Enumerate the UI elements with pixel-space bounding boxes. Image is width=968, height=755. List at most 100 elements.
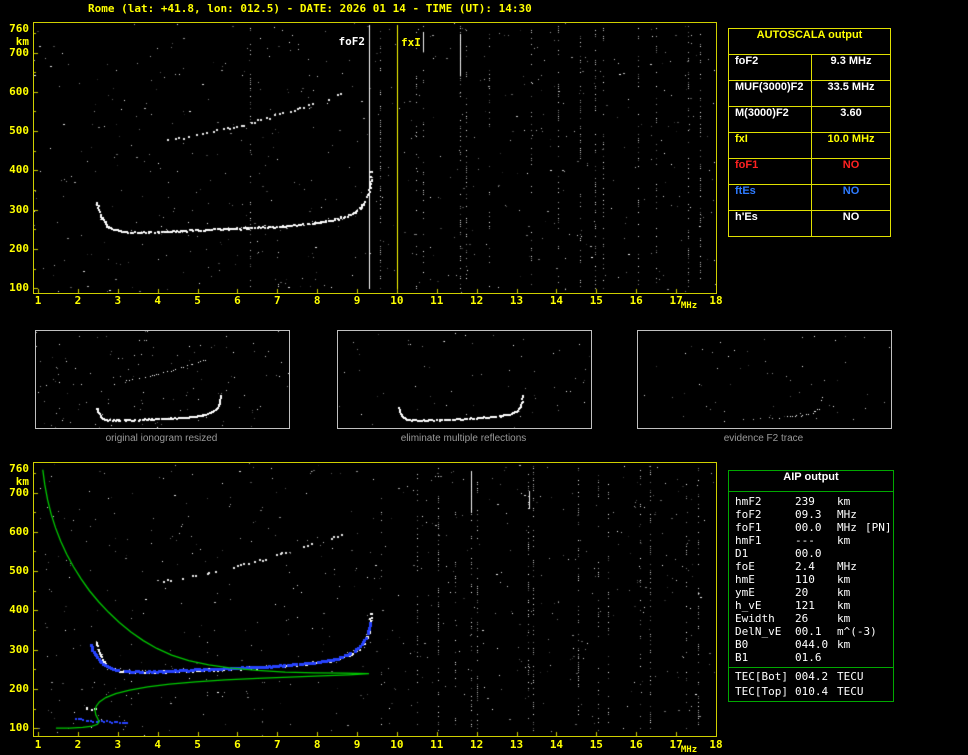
autoscala-row: ftEs NO — [729, 185, 890, 211]
aip-row: B1 01.6 — [729, 651, 893, 664]
x-tick-label: 14 — [549, 738, 564, 751]
aip-row-unit: TECU — [837, 670, 864, 683]
aip-row-value: 00.1 — [795, 625, 822, 638]
thumbnail-caption-evidence: evidence F2 trace — [723, 433, 804, 444]
aip-row: ymE 20 km — [729, 586, 893, 599]
aip-row-name: h_vE — [735, 599, 762, 612]
x-tick-label: 7 — [273, 294, 281, 307]
aip-row: TEC[Top] 010.4 TECU — [729, 685, 893, 698]
y-tick-label: 300 — [9, 642, 29, 656]
foF2-marker-label: foF2 — [338, 35, 366, 48]
autoscala-output-table: AUTOSCALA output foF2 9.3 MHz MUF(3000)F2 3… — [728, 28, 891, 237]
autoscala-window: Rome (lat: +41.8, lon: 012.5) - DATE: 20… — [0, 0, 968, 755]
y-tick-label: 300 — [9, 202, 29, 216]
x-tick-label: 4 — [154, 738, 161, 751]
x-tick-label: 10 — [390, 294, 404, 307]
x-tick-label: 16 — [629, 738, 643, 751]
aip-row-extra — [865, 560, 893, 573]
autoscala-row-value: NO — [842, 159, 860, 171]
x-tick-label: 18 — [709, 738, 723, 751]
aip-row: foF1 00.0 MHz [PN] — [729, 521, 893, 534]
aip-row-value: 121 — [795, 599, 815, 612]
aip-row-value: 110 — [795, 573, 815, 586]
ionogram-plot-top: foF2 fxI — [33, 22, 717, 294]
autoscala-row: h'Es NO — [729, 211, 890, 236]
aip-row-name: TEC[Bot] — [735, 670, 788, 683]
aip-row-unit: km — [837, 534, 851, 547]
aip-row-extra: [PN] — [865, 521, 892, 534]
aip-row-extra — [865, 670, 893, 685]
autoscala-row-label: ftEs — [729, 185, 812, 210]
aip-row: hmF1 --- km — [729, 534, 893, 547]
aip-row: hmF2 239 km — [729, 495, 893, 508]
aip-row-extra — [865, 612, 893, 625]
x-tick-label: 10 — [390, 738, 404, 751]
x-tick-label: 18 — [709, 294, 723, 307]
thumbnail-caption-reflections: eliminate multiple reflections — [400, 433, 527, 444]
aip-row: DelN_vE 00.1 m^(-3) — [729, 625, 893, 638]
aip-row: D1 00.0 — [729, 547, 893, 560]
aip-row: foF2 09.3 MHz — [729, 508, 893, 521]
y-tick-label: 100 — [9, 721, 29, 735]
x-tick-label: 7 — [273, 738, 281, 751]
autoscala-row-label: M(3000)F2 — [729, 107, 812, 132]
x-axis-unit-label: MHz — [680, 301, 698, 311]
autoscala-row-label: h'Es — [729, 211, 812, 236]
x-tick-label: 3 — [114, 294, 122, 307]
x-tick-label: 4 — [154, 294, 161, 307]
header-title: Rome (lat: +41.8, lon: 012.5) - DATE: 20… — [88, 2, 532, 15]
autoscala-row-label: fxI — [729, 133, 812, 158]
autoscala-row-label: MUF(3000)F2 — [729, 81, 812, 106]
y-tick-label: 400 — [9, 603, 29, 617]
aip-row-value: --- — [795, 534, 815, 547]
x-tick-label: 8 — [313, 294, 321, 307]
autoscala-row-value: 33.5 MHz — [827, 81, 875, 93]
x-tick-label: 16 — [629, 294, 643, 307]
x-tick-label: 2 — [74, 294, 82, 307]
aip-row: foE 2.4 MHz — [729, 560, 893, 573]
autoscala-row: M(3000)F2 3.60 — [729, 107, 890, 133]
autoscala-table-rows: foF2 9.3 MHz MUF(3000)F2 33.5 MHz M(3000)F2 3… — [729, 55, 890, 236]
x-tick-label: 5 — [194, 294, 201, 307]
aip-row-name: DelN_vE — [735, 625, 782, 638]
aip-row-unit: km — [837, 495, 851, 508]
x-tick-label: 15 — [589, 294, 603, 307]
y-axis-unit-label: km — [15, 475, 29, 488]
aip-output-table: AIP output hmF2 239 km foF2 09.3 MHz foF1 00.0 M… — [728, 470, 894, 702]
aip-row-unit — [837, 651, 865, 664]
x-tick-label: 5 — [194, 738, 201, 751]
aip-row-unit: km — [837, 573, 851, 586]
x-tick-label: 3 — [114, 738, 122, 751]
aip-row-extra — [865, 495, 893, 508]
aip-row-value: 00.0 — [795, 547, 822, 560]
y-tick-label: 760 — [9, 22, 29, 35]
aip-row: B0 044.0 km — [729, 638, 893, 651]
x-tick-label: 8 — [313, 738, 321, 751]
aip-row-value: 239 — [795, 495, 815, 508]
thumbnail-eliminate-reflections — [337, 330, 592, 429]
aip-row: Ewidth 26 km — [729, 612, 893, 625]
aip-row-unit: MHz — [837, 521, 857, 534]
x-tick-label: 11 — [430, 738, 444, 751]
aip-row-name: TEC[Top] — [735, 685, 788, 698]
aip-row-value: 01.6 — [795, 651, 822, 664]
ionogram-canvas-bottom — [34, 463, 716, 736]
aip-row-unit: m^(-3) — [837, 625, 877, 638]
aip-row-extra — [865, 573, 893, 586]
aip-row-value: 20 — [795, 586, 809, 599]
autoscala-table-title: AUTOSCALA output — [729, 29, 890, 55]
x-tick-label: 9 — [353, 738, 361, 751]
autoscala-row-value: 9.3 MHz — [830, 55, 872, 67]
aip-row-extra — [865, 599, 893, 612]
x-tick-label: 14 — [549, 294, 564, 307]
autoscala-row-value: 10.0 MHz — [827, 133, 875, 145]
x-tick-label: 1 — [34, 738, 42, 751]
fxI-marker-label: fxI — [401, 36, 421, 49]
aip-row-unit: MHz — [837, 560, 857, 573]
autoscala-row-value: 3.60 — [840, 107, 862, 119]
autoscala-row: MUF(3000)F2 33.5 MHz — [729, 81, 890, 107]
x-tick-label: 12 — [470, 738, 484, 751]
aip-row-unit: km — [837, 586, 851, 599]
aip-row-value: 2.4 — [795, 560, 815, 573]
autoscala-row: foF2 9.3 MHz — [729, 55, 890, 81]
